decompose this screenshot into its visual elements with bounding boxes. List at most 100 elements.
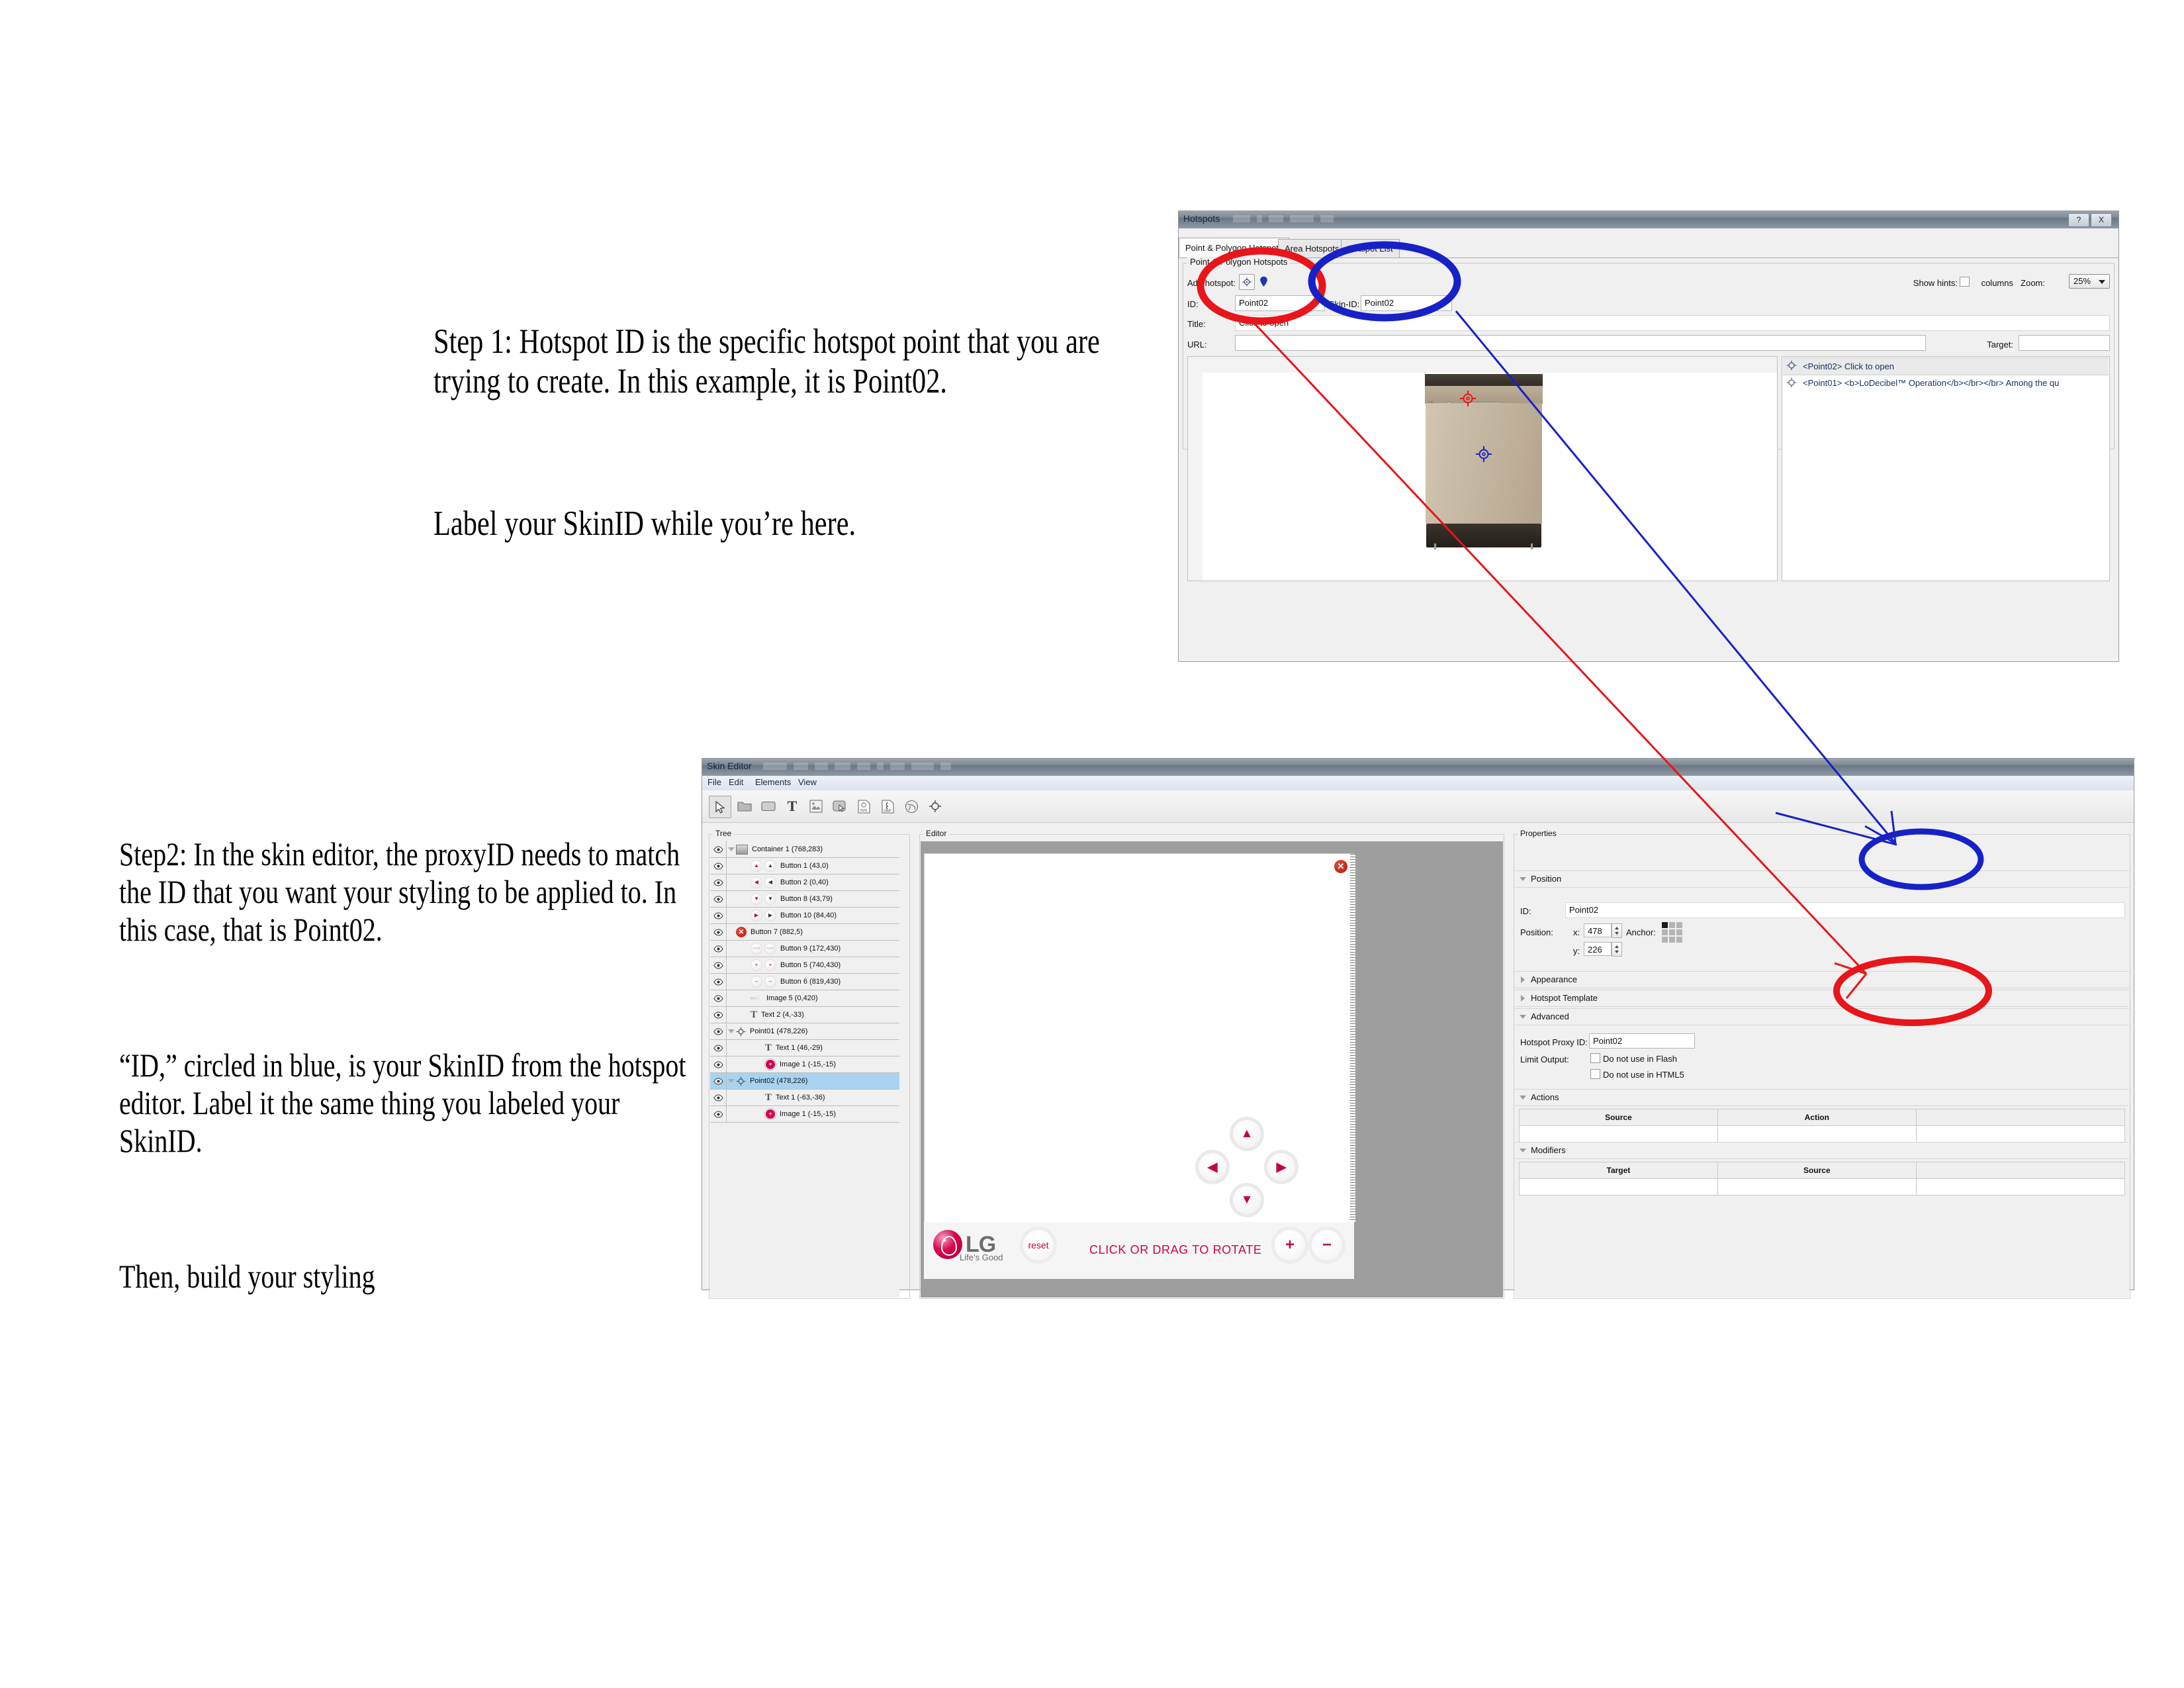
menu-file[interactable]: File <box>707 777 721 787</box>
tree-row[interactable]: + + Button 5 (740,430) <box>710 957 899 974</box>
url-input[interactable] <box>1235 335 1926 351</box>
tree-row[interactable]: + Image 1 (-15,-15) <box>710 1056 899 1073</box>
close-button[interactable]: X <box>2091 213 2112 227</box>
tree-row[interactable]: Point01 (478,226) <box>710 1023 899 1040</box>
text-tool-button[interactable]: T <box>782 796 803 817</box>
visibility-toggle[interactable] <box>710 858 727 874</box>
menu-view[interactable]: View <box>798 777 817 787</box>
skin-editor-titlebar[interactable]: Skin Editor <box>702 759 2134 776</box>
visibility-toggle[interactable] <box>710 941 727 957</box>
stage-surface[interactable]: ✕ ▲ ◀ ▶ ▼ <box>924 853 1355 1223</box>
tree-row[interactable]: ▶ ▶ Button 10 (84,40) <box>710 908 899 924</box>
tree-twisty[interactable] <box>727 847 736 851</box>
section-modifiers[interactable]: Modifiers <box>1515 1142 2129 1159</box>
hotspots-tabstrip[interactable]: Point & Polygon Hotspots Area Hotspots H… <box>1179 238 2118 258</box>
id-input[interactable]: Point02 <box>1235 295 1325 311</box>
tree-row[interactable]: T Text 1 (46,-29) <box>710 1040 899 1056</box>
zoom-out-button[interactable]: − <box>1312 1230 1342 1260</box>
editor-canvas[interactable]: ✕ ▲ ◀ ▶ ▼ LG Life’s Good reset CLICK OR … <box>921 841 1503 1297</box>
y-stepper[interactable] <box>1612 942 1622 957</box>
visibility-toggle[interactable] <box>710 1073 727 1089</box>
image-tool-button[interactable] <box>805 796 827 817</box>
zoom-select[interactable]: 25% <box>2069 274 2110 289</box>
columns-checkbox[interactable] <box>1960 277 1970 287</box>
list-item[interactable]: <Point02> Click to open <box>1783 357 2109 375</box>
menu-elements[interactable]: Elements <box>755 777 791 787</box>
visibility-toggle[interactable] <box>710 891 727 907</box>
dpad-up-button[interactable]: ▲ <box>1233 1120 1261 1148</box>
table-row[interactable] <box>1519 1178 2126 1196</box>
pointer-tool-button[interactable] <box>709 796 731 818</box>
table-row[interactable] <box>1519 1125 2126 1143</box>
tab-point-polygon-hotspots[interactable]: Point & Polygon Hotspots <box>1179 238 1290 258</box>
tree-row[interactable]: reset reset Button 9 (172,430) <box>710 941 899 957</box>
skin-editor-window[interactable]: Skin Editor File Edit Elements View T SV… <box>702 759 2134 1299</box>
visibility-toggle[interactable] <box>710 974 727 990</box>
tree-row[interactable]: ✕ Button 7 (882,5) <box>710 924 899 941</box>
visibility-toggle[interactable] <box>710 1023 727 1039</box>
tree-row[interactable]: ◀ ◀ Button 2 (0,40) <box>710 874 899 891</box>
folder-tool-button[interactable] <box>734 796 755 817</box>
skin-id-input[interactable]: Point02 <box>1361 295 1452 311</box>
proxy-id-input[interactable]: Point02 <box>1589 1033 1695 1049</box>
section-advanced[interactable]: Advanced <box>1515 1008 2129 1025</box>
no-html5-checkbox[interactable] <box>1590 1069 1600 1079</box>
tab-hotspot-list[interactable]: Hotspot List <box>1341 239 1400 258</box>
modifiers-table[interactable]: Target Source <box>1519 1162 2126 1196</box>
menu-edit[interactable]: Edit <box>729 777 743 787</box>
visibility-toggle[interactable] <box>710 841 727 857</box>
section-hotspot-template[interactable]: Hotspot Template <box>1515 990 2129 1007</box>
rectangle-tool-button[interactable] <box>758 796 779 817</box>
visibility-toggle[interactable] <box>710 1040 727 1056</box>
target-input[interactable] <box>2019 335 2110 351</box>
zoom-in-button[interactable]: + <box>1275 1230 1305 1260</box>
button-tool-button[interactable] <box>829 796 850 817</box>
dpad-right-button[interactable]: ▶ <box>1267 1153 1295 1181</box>
hotspot-list-pane[interactable]: <Point02> Click to open <Point01> <b>LoD… <box>1782 356 2110 581</box>
visibility-toggle[interactable] <box>710 908 727 923</box>
visibility-toggle[interactable] <box>710 1090 727 1105</box>
swf-tool-button[interactable]: SWF <box>877 796 898 817</box>
no-flash-checkbox[interactable] <box>1590 1053 1600 1063</box>
tree-row[interactable]: – – Button 6 (819,430) <box>710 974 899 990</box>
visibility-toggle[interactable] <box>710 990 727 1006</box>
add-point-hotspot-button[interactable] <box>1239 274 1255 290</box>
visibility-toggle[interactable] <box>710 924 727 940</box>
tree-twisty[interactable] <box>727 1029 736 1033</box>
hotspots-titlebar[interactable]: Hotspots ? X <box>1179 211 2118 228</box>
dpad-down-button[interactable]: ▼ <box>1233 1186 1261 1214</box>
skin-editor-toolbar[interactable]: T SVG SWF <box>702 790 2134 823</box>
svg-tool-button[interactable]: SVG <box>853 796 874 817</box>
hotspot-tool-button[interactable] <box>925 796 946 817</box>
list-item[interactable]: <Point01> <b>LoDecibel™ Operation</b></b… <box>1783 375 2109 391</box>
section-actions[interactable]: Actions <box>1515 1089 2129 1106</box>
reset-button[interactable]: reset <box>1023 1230 1054 1260</box>
globe-tool-button[interactable] <box>901 796 922 817</box>
props-y-input[interactable]: 226 <box>1584 942 1612 956</box>
anchor-picker[interactable] <box>1662 922 1682 943</box>
props-id-input[interactable]: Point02 <box>1565 902 2125 918</box>
tree-row[interactable]: T Text 1 (-63,-36) <box>710 1090 899 1106</box>
tree-row[interactable]: + Image 1 (-15,-15) <box>710 1106 899 1123</box>
x-stepper[interactable] <box>1612 923 1622 938</box>
visibility-toggle[interactable] <box>710 1007 727 1023</box>
stage-close-button[interactable]: ✕ <box>1334 860 1347 873</box>
tree-row[interactable]: ▲ ▲ Button 1 (43,0) <box>710 858 899 874</box>
hotspots-window[interactable]: Hotspots ? X Point & Polygon Hotspots Ar… <box>1179 211 2118 661</box>
tree-row[interactable]: Container 1 (768,283) <box>710 841 899 858</box>
title-input[interactable]: Click to open <box>1235 315 2110 331</box>
tree-twisty[interactable] <box>727 1079 736 1083</box>
tree-row[interactable]: T Text 2 (4,-33) <box>710 1007 899 1023</box>
tree-row[interactable]: ▼ ▼ Button 8 (43,79) <box>710 891 899 908</box>
tree-row[interactable]: Image 5 (0,420) <box>710 990 899 1007</box>
section-appearance[interactable]: Appearance <box>1515 971 2129 988</box>
tab-area-hotspots[interactable]: Area Hotspots <box>1278 239 1346 258</box>
props-x-input[interactable]: 478 <box>1584 923 1612 937</box>
visibility-toggle[interactable] <box>710 957 727 973</box>
visibility-toggle[interactable] <box>710 874 727 890</box>
section-position[interactable]: Position <box>1515 870 2129 888</box>
visibility-toggle[interactable] <box>710 1056 727 1072</box>
skin-editor-menubar[interactable]: File Edit Elements View <box>702 776 2134 791</box>
actions-table[interactable]: Source Action <box>1519 1109 2126 1143</box>
tree-row[interactable]: Point02 (478,226) <box>710 1073 899 1090</box>
